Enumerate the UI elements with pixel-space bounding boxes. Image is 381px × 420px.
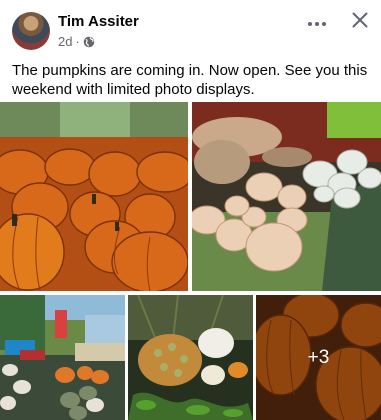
more-options-button[interactable] [305, 12, 329, 34]
more-photos-count[interactable]: +3 [256, 295, 381, 420]
author-name[interactable]: Tim Assiter [58, 13, 139, 30]
post-meta: 2d · [58, 34, 95, 49]
avatar[interactable] [12, 12, 50, 50]
photo-farm-playground[interactable] [0, 295, 125, 420]
post-text: The pumpkins are coming in. Now open. Se… [12, 62, 368, 98]
more-icon [307, 14, 327, 32]
photo-warty-gourds[interactable] [128, 295, 253, 420]
post-age[interactable]: 2d [58, 34, 72, 49]
close-button[interactable] [349, 11, 371, 33]
photo-more-pumpkins[interactable]: +3 [256, 295, 381, 420]
globe-icon [83, 36, 95, 48]
photo-orange-pumpkins[interactable] [0, 102, 188, 291]
post-header: Tim Assiter 2d · [0, 0, 381, 58]
close-icon [352, 12, 368, 33]
photo-white-pumpkin-display[interactable] [192, 102, 381, 291]
